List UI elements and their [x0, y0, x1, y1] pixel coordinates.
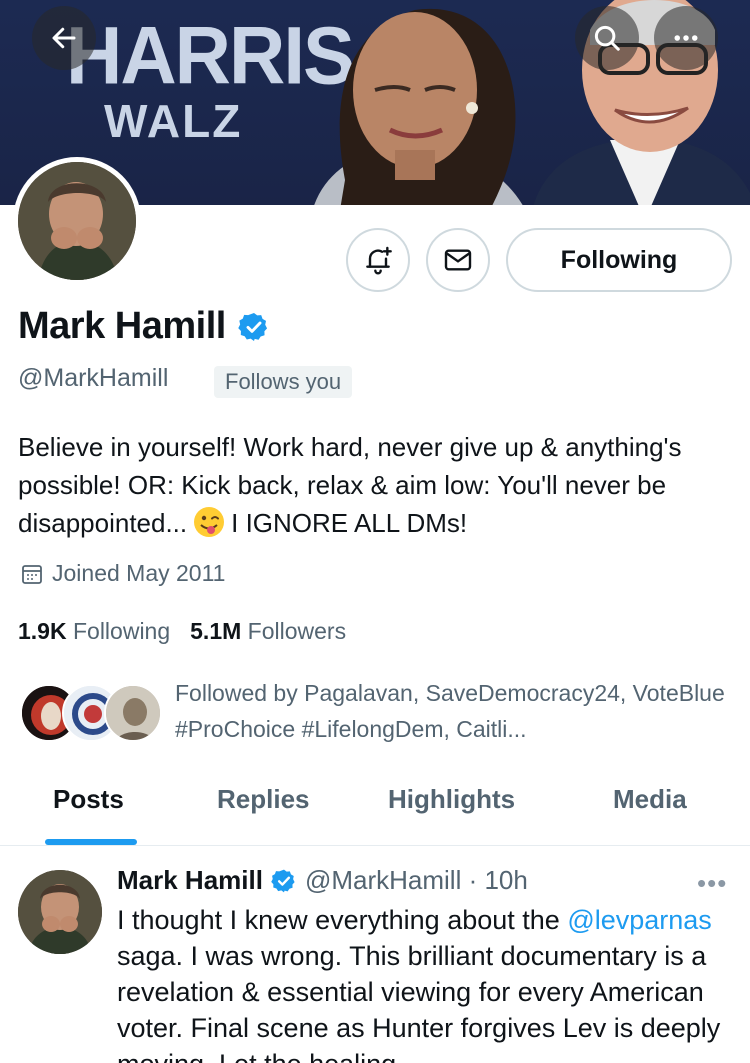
profile-handle: @MarkHamill	[18, 364, 169, 392]
search-button[interactable]	[575, 6, 639, 70]
tweet-author-name[interactable]: Mark Hamill	[117, 865, 263, 896]
profile-avatar[interactable]	[13, 157, 141, 285]
following-count: 1.9K	[18, 618, 67, 644]
following-label: Following	[72, 618, 171, 644]
tab-media[interactable]: Media	[613, 784, 687, 815]
profile-name: Mark Hamill	[18, 305, 226, 347]
tweet-handle-time: @MarkHamill · 10h	[304, 865, 528, 895]
followers-count: 5.1M	[190, 618, 242, 644]
joined-date: Joined May 2011	[20, 560, 225, 587]
tweet-text-after: saga. I was wrong. This brilliant docume…	[117, 941, 721, 1063]
tweet-header: Mark Hamill @MarkHamill · 10h	[117, 865, 528, 896]
tab-posts[interactable]: Posts	[53, 784, 124, 815]
tweet-more-icon[interactable]: •••	[697, 868, 727, 899]
followed-by-text[interactable]: Followed by Pagalavan, SaveDemocracy24, …	[175, 675, 735, 747]
winking-tongue-emoji-icon	[194, 507, 225, 537]
arrow-left-icon	[52, 27, 76, 49]
follow-stats: 1.9K Following 5.1M Followers	[18, 618, 346, 645]
calendar-icon	[22, 564, 42, 584]
followers-stat[interactable]: 5.1M Followers	[190, 618, 346, 645]
follower-avatar-3	[104, 684, 162, 742]
bio-text-2: I IGNORE ALL DMs!	[231, 508, 468, 538]
envelope-icon	[444, 249, 472, 271]
notifications-button[interactable]	[346, 228, 410, 292]
banner-walz-text: WALZ	[104, 95, 243, 147]
following-button[interactable]: Following	[506, 228, 732, 292]
followers-label: Followers	[247, 618, 347, 644]
search-icon	[594, 25, 620, 51]
tab-replies[interactable]: Replies	[217, 784, 310, 815]
tweet-avatar[interactable]	[18, 870, 102, 954]
verified-badge-icon	[271, 869, 295, 892]
avatar-photo	[18, 162, 136, 280]
joined-text: Joined May 2011	[52, 560, 226, 586]
profile-bio: Believe in yourself! Work hard, never gi…	[18, 428, 733, 542]
follows-you-badge: Follows you	[214, 366, 353, 398]
profile-tabs: Posts Replies Highlights Media	[0, 770, 750, 846]
tweet-mention-link[interactable]: @levparnas	[567, 905, 711, 935]
more-horizontal-icon	[674, 35, 698, 41]
message-button[interactable]	[426, 228, 490, 292]
verified-badge-icon[interactable]	[238, 311, 270, 343]
tweet-text-before: I thought I knew everything about the	[117, 905, 568, 935]
bell-plus-icon	[366, 246, 392, 275]
tweet-text: I thought I knew everything about the @l…	[117, 902, 737, 1063]
more-options-button[interactable]	[654, 6, 718, 70]
tab-highlights[interactable]: Highlights	[388, 784, 515, 815]
followed-by-avatars[interactable]	[20, 684, 162, 744]
active-tab-indicator	[45, 839, 137, 845]
following-stat[interactable]: 1.9K Following	[18, 618, 170, 645]
profile-name-row: Mark Hamill	[18, 305, 270, 348]
back-button[interactable]	[32, 6, 96, 70]
